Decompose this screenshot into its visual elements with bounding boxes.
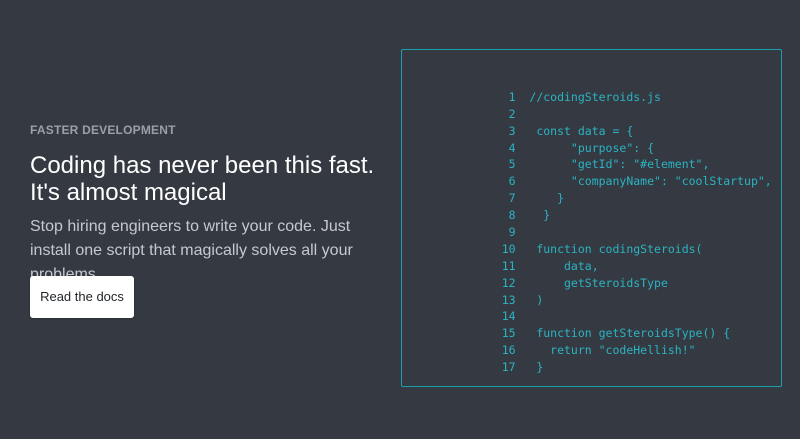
line-number: 10	[501, 241, 516, 256]
line-number: 6	[508, 174, 516, 189]
line-number: 17	[501, 360, 516, 375]
line-number: 8	[508, 208, 516, 223]
code-panel: 1 //codingSteroids.js 2 3 const data = {…	[401, 49, 782, 387]
code-text: )	[515, 292, 544, 307]
line-number: 9	[508, 225, 516, 240]
read-docs-button[interactable]: Read the docs	[30, 276, 134, 318]
hero-headline: Coding has never been this fast. It's al…	[30, 152, 375, 206]
code-text: data,	[515, 258, 599, 273]
line-number: 13	[501, 292, 516, 307]
code-text: function getSteroidsType() {	[515, 326, 731, 341]
line-number: 12	[501, 275, 516, 290]
code-text: }	[515, 360, 544, 375]
line-number: 4	[508, 140, 516, 155]
line-number: 1	[508, 89, 516, 104]
code-line: 1 //codingSteroids.js	[454, 72, 772, 104]
code-text: const data = {	[515, 123, 634, 138]
line-number: 5	[508, 157, 516, 172]
line-number: 16	[501, 343, 516, 358]
code-text: //codingSteroids.js	[515, 89, 661, 104]
code-text: function codingSteroids(	[515, 241, 703, 256]
line-number: 15	[501, 326, 516, 341]
code-text: getSteroidsType	[515, 275, 668, 290]
line-number: 2	[508, 106, 516, 121]
line-number: 14	[501, 309, 516, 324]
eyebrow-label: FASTER DEVELOPMENT	[30, 123, 176, 137]
code-lines: 1 //codingSteroids.js 2 3 const data = {…	[454, 72, 772, 374]
line-number: 11	[501, 258, 516, 273]
code-text: "companyName": "coolStartup",	[515, 174, 772, 189]
line-number: 3	[508, 123, 516, 138]
code-text: "getId": "#element",	[515, 157, 710, 172]
code-text: }	[515, 208, 551, 223]
code-text: }	[515, 191, 565, 206]
code-text: "purpose": {	[515, 140, 655, 155]
line-number: 7	[508, 191, 516, 206]
code-text: return "codeHellish!"	[515, 343, 696, 358]
